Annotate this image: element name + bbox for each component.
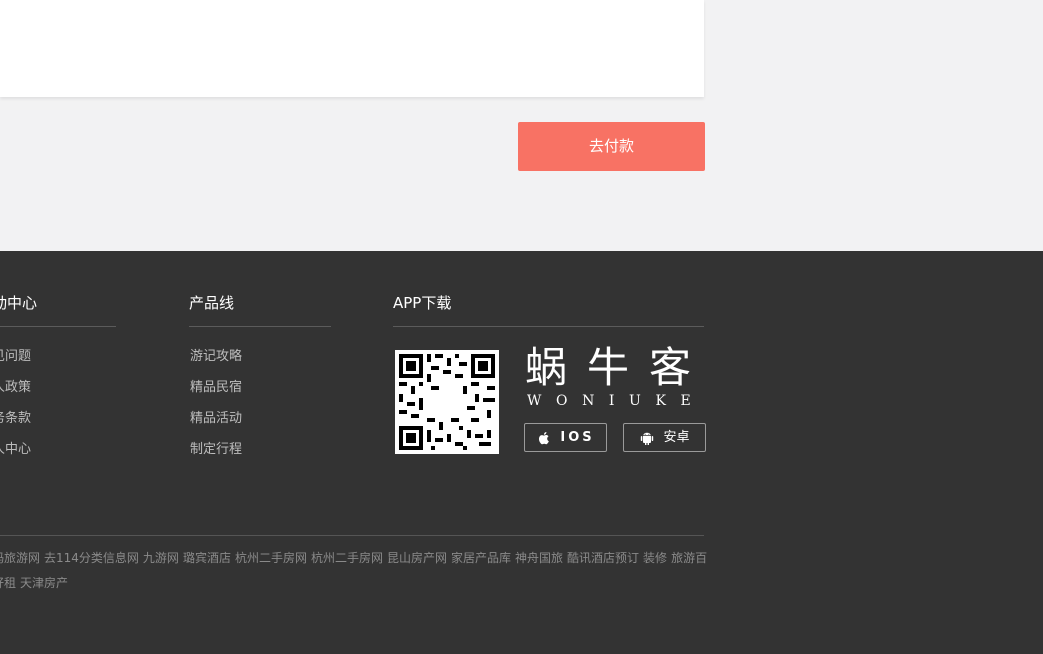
friend-link[interactable]: 杭州二手房网 [235,551,307,565]
footer-link-personal-center[interactable]: 人中心 [0,438,31,457]
footer-divider [0,535,704,536]
android-label: 安卓 [663,430,690,445]
footer-col-products-title: 产品线 [189,294,235,312]
friend-links-row: 蚂旅游网去114分类信息网九游网璐宾酒店杭州二手房网杭州二手房网昆山房产网家居产… [0,549,711,566]
friend-link[interactable]: 家居产品库 [451,551,511,565]
footer-link-terms[interactable]: 务条款 [0,407,31,426]
friend-link[interactable]: 装修 [643,551,667,565]
friend-link[interactable]: 昆山房产网 [387,551,447,565]
friend-link[interactable]: 蚂旅游网 [0,551,40,565]
android-icon [641,432,654,445]
footer-link-itinerary[interactable]: 制定行程 [190,438,242,457]
ios-label: IOS [560,430,595,445]
friend-link[interactable]: 去114分类信息网 [44,551,139,565]
order-summary-card [0,0,704,97]
friend-link[interactable]: 杭州二手房网 [311,551,383,565]
qr-code-image [395,350,499,454]
footer-link-homestay[interactable]: 精品民宿 [190,376,242,395]
footer-link-privacy[interactable]: 人政策 [0,376,31,395]
pay-button[interactable]: 去付款 [518,122,705,171]
woniuke-logo-text: 蜗牛客 [525,343,712,392]
footer-link-activities[interactable]: 精品活动 [190,407,242,426]
friend-link[interactable]: 天津房产 [20,576,68,590]
friend-link[interactable]: 九游网 [143,551,179,565]
ios-download-button[interactable]: IOS [524,423,607,452]
friend-link[interactable]: 好租 [0,576,16,590]
friend-link[interactable]: 酷讯酒店预订 [567,551,639,565]
footer-app-title: APP下载 [393,294,452,312]
footer: 动中心 见问题 人政策 务条款 人中心 产品线 游记攻略 精品民宿 精品活动 制… [0,251,1043,654]
android-download-button[interactable]: 安卓 [623,423,706,452]
footer-col-divider [393,326,704,327]
woniuke-logo-subtitle: WONIUKE [527,393,706,409]
footer-col-divider [189,326,331,327]
footer-link-faq[interactable]: 见问题 [0,345,31,364]
footer-col-help-title: 动中心 [0,294,38,312]
friend-link[interactable]: 旅游百 [671,551,707,565]
friend-links-row: 好租天津房产 [0,574,72,591]
footer-col-divider [0,326,116,327]
qr-code-icon [395,350,499,454]
friend-link[interactable]: 璐宾酒店 [183,551,231,565]
apple-icon [539,431,550,444]
friend-link[interactable]: 神舟国旅 [515,551,563,565]
footer-link-travel-notes[interactable]: 游记攻略 [190,345,242,364]
